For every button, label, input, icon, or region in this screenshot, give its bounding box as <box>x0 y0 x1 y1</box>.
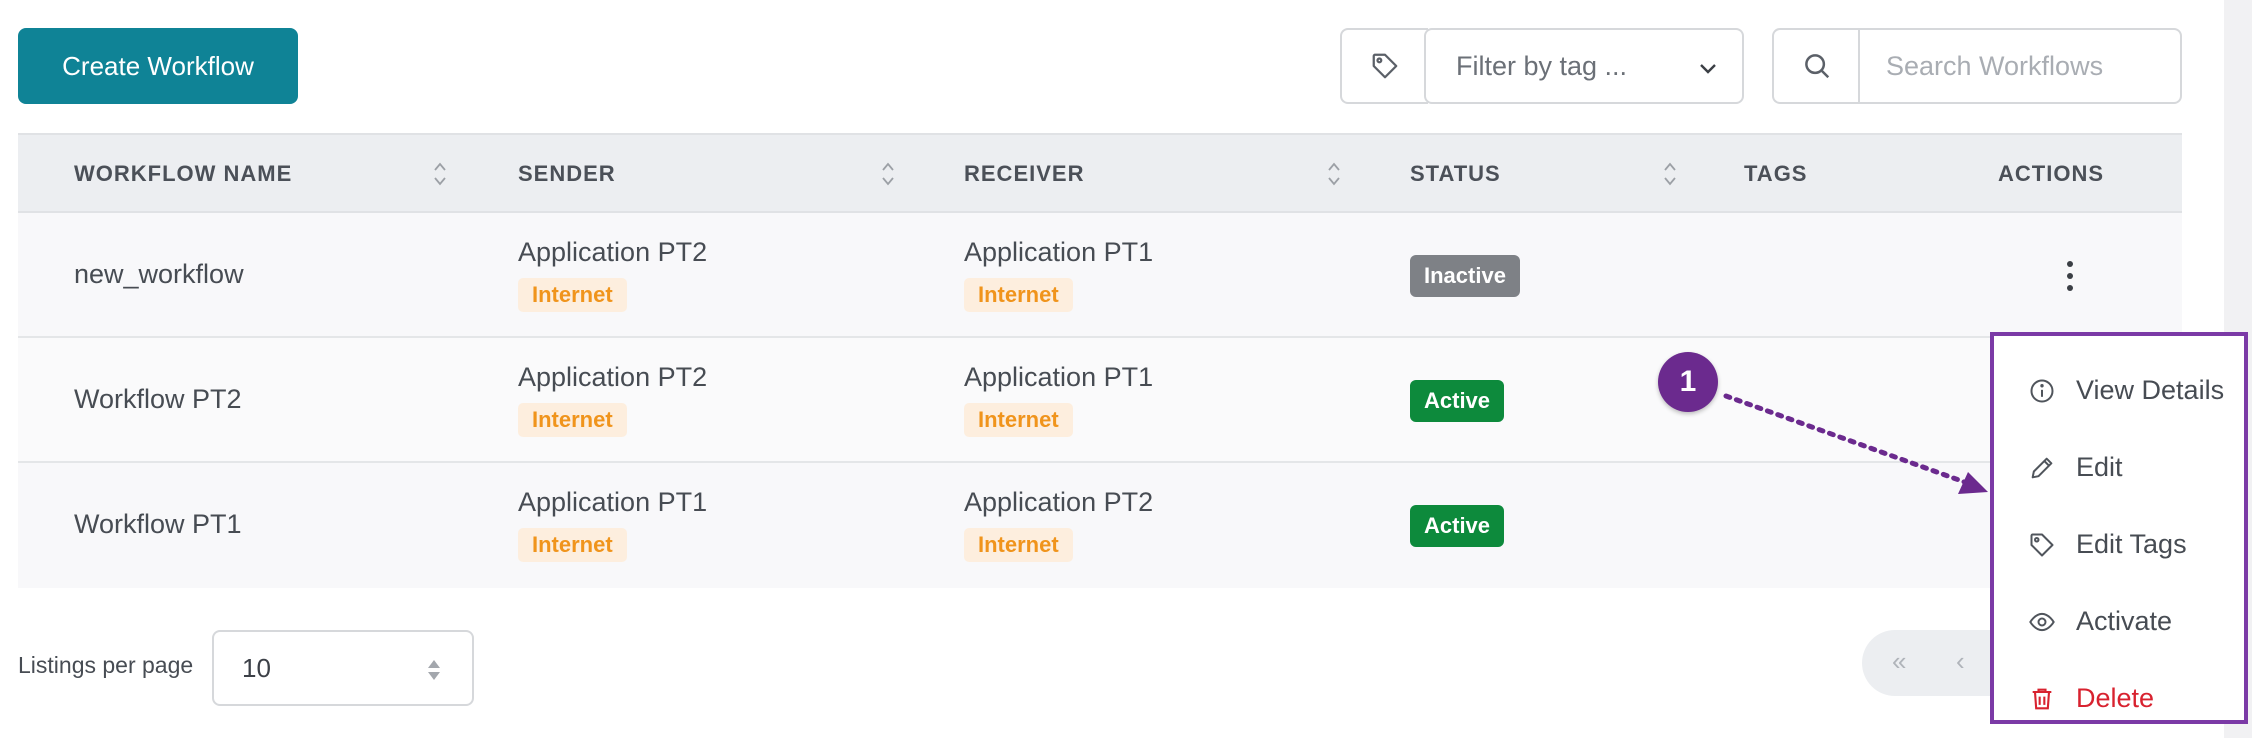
receiver-cell: Application PT2 Internet <box>964 487 1153 562</box>
column-header-status[interactable]: STATUS <box>1410 135 1501 213</box>
status-badge: Inactive <box>1410 255 1520 297</box>
menu-item-label: Edit Tags <box>2076 528 2187 559</box>
workflow-name[interactable]: new_workflow <box>74 259 244 290</box>
status-badge: Active <box>1410 505 1505 547</box>
callout-arrow-icon <box>1723 393 1988 494</box>
header-label: WORKFLOW NAME <box>74 161 293 186</box>
filter-by-tag-placeholder: Filter by tag ... <box>1456 50 1628 81</box>
menu-item-label: Delete <box>2076 682 2155 713</box>
sender-cell: Application PT2 Internet <box>518 362 707 437</box>
pagination-controls: « ‹ <box>1862 630 2002 696</box>
table-header: WORKFLOW NAME SENDER RECEIVER STATUS TAG… <box>18 133 2182 213</box>
pencil-icon <box>2031 457 2053 479</box>
receiver-tag-badge: Internet <box>964 528 1073 562</box>
menu-item-edit-tags[interactable]: Edit Tags <box>1994 514 2244 574</box>
header-label: TAGS <box>1744 161 1808 186</box>
chevron-down-icon <box>1700 64 1716 74</box>
trash-icon <box>2032 688 2052 710</box>
table-row[interactable]: new_workflow Application PT2 Internet Ap… <box>18 213 2182 338</box>
menu-item-label: Activate <box>2076 605 2173 636</box>
column-header-receiver[interactable]: RECEIVER <box>964 135 1084 213</box>
tag-icon <box>2030 533 2054 557</box>
listings-per-page-select[interactable]: 10 <box>212 630 474 706</box>
menu-item-label: Edit <box>2076 451 2123 482</box>
receiver-cell: Application PT1 Internet <box>964 362 1153 437</box>
per-page-value: 10 <box>242 652 271 683</box>
workflow-name[interactable]: Workflow PT1 <box>74 509 242 540</box>
receiver-app: Application PT1 <box>964 237 1154 267</box>
header-label: RECEIVER <box>964 161 1085 186</box>
workflow-name[interactable]: Workflow PT2 <box>74 384 242 415</box>
menu-item-label: View Details <box>2076 374 2225 405</box>
search-icon-button[interactable] <box>1772 28 1860 104</box>
first-page-button[interactable]: « <box>1892 646 1906 677</box>
sender-tag-badge: Internet <box>518 403 627 437</box>
sender-app: Application PT2 <box>518 362 708 392</box>
create-workflow-button[interactable]: Create Workflow <box>18 28 298 104</box>
receiver-app: Application PT1 <box>964 362 1154 392</box>
receiver-tag-badge: Internet <box>964 278 1073 312</box>
tag-icon <box>1372 53 1398 79</box>
column-header-workflow-name[interactable]: WORKFLOW NAME <box>74 135 292 213</box>
sort-icon[interactable] <box>1326 159 1342 189</box>
menu-item-delete[interactable]: Delete <box>1994 668 2244 728</box>
menu-item-view-details[interactable]: View Details <box>1994 360 2244 420</box>
previous-page-button[interactable]: ‹ <box>1956 646 1965 677</box>
row-actions-menu: View Details Edit Edit Tags Activate Del… <box>1990 332 2248 724</box>
sort-icon[interactable] <box>432 159 448 189</box>
receiver-tag-badge: Internet <box>964 403 1073 437</box>
callout-step-number: 1 <box>1658 352 1718 412</box>
workflows-table: WORKFLOW NAME SENDER RECEIVER STATUS TAG… <box>18 133 2182 588</box>
sender-tag-badge: Internet <box>518 528 627 562</box>
header-label: STATUS <box>1410 161 1501 186</box>
sender-tag-badge: Internet <box>518 278 627 312</box>
menu-item-edit[interactable]: Edit <box>1994 437 2244 497</box>
search-workflows-input[interactable] <box>1858 28 2182 104</box>
receiver-app: Application PT2 <box>964 487 1154 517</box>
status-badge: Active <box>1410 380 1505 422</box>
sender-cell: Application PT1 Internet <box>518 487 707 562</box>
column-header-sender[interactable]: SENDER <box>518 135 616 213</box>
sort-icon[interactable] <box>1662 159 1678 189</box>
stepper-icon <box>428 660 440 680</box>
column-header-actions: ACTIONS <box>1998 135 2104 213</box>
sender-app: Application PT1 <box>518 487 708 517</box>
menu-item-activate[interactable]: Activate <box>1994 591 2244 651</box>
column-header-tags: TAGS <box>1744 135 1807 213</box>
tag-filter-icon-button[interactable] <box>1340 28 1428 104</box>
header-label: ACTIONS <box>1998 161 2104 186</box>
search-icon <box>1805 54 1830 79</box>
row-actions-kebab-icon[interactable] <box>2058 261 2082 291</box>
header-label: SENDER <box>518 161 616 186</box>
filter-by-tag-select[interactable]: Filter by tag ... <box>1424 28 1744 104</box>
sort-icon[interactable] <box>880 159 896 189</box>
sender-cell: Application PT2 Internet <box>518 237 707 312</box>
eye-icon <box>2029 612 2055 632</box>
receiver-cell: Application PT1 Internet <box>964 237 1153 312</box>
sender-app: Application PT2 <box>518 237 708 267</box>
listings-per-page-label: Listings per page <box>18 652 194 678</box>
info-icon <box>2030 379 2054 403</box>
